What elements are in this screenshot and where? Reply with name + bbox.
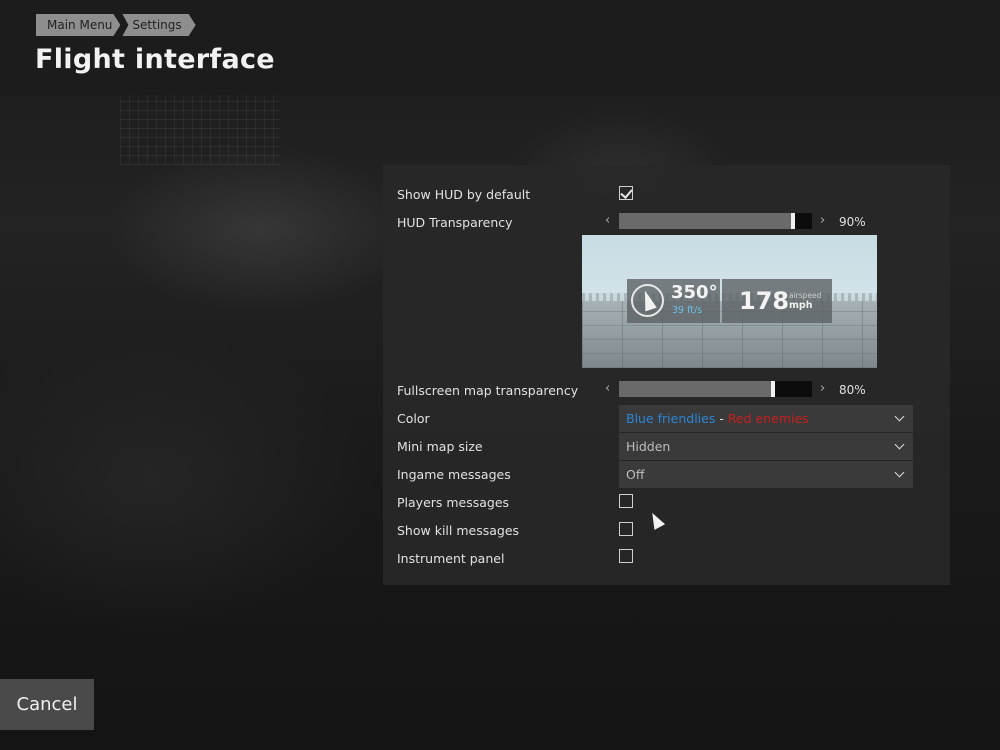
hud-climb-rate: 39 ft/s bbox=[672, 305, 703, 316]
hud-speed-unit: mph bbox=[789, 300, 813, 311]
hud-transparency-slider[interactable] bbox=[619, 213, 812, 229]
breadcrumb-settings[interactable]: Settings bbox=[122, 14, 195, 36]
setting-label-players-messages: Players messages bbox=[397, 494, 510, 510]
settings-panel: Show HUD by default HUD Transparency ‹ ›… bbox=[383, 165, 950, 585]
setting-label-instrument-panel: Instrument panel bbox=[397, 550, 505, 566]
map-transparency-increase-arrow[interactable]: › bbox=[820, 382, 825, 396]
chevron-down-icon bbox=[894, 467, 905, 478]
ingame-messages-dropdown[interactable]: Off bbox=[619, 461, 913, 488]
hud-heading-box: 350° 39 ft/s bbox=[627, 279, 720, 323]
color-separator: - bbox=[715, 411, 728, 426]
setting-label-kill-messages: Show kill messages bbox=[397, 522, 520, 538]
map-transparency-fill bbox=[619, 381, 773, 397]
players-messages-checkbox[interactable] bbox=[619, 494, 633, 508]
hud-heading-value: 350° bbox=[671, 282, 718, 303]
hud-transparency-fill bbox=[619, 213, 793, 229]
color-friendly-text: Blue friendlies bbox=[626, 411, 716, 426]
compass-icon bbox=[631, 284, 664, 317]
map-transparency-thumb[interactable] bbox=[771, 381, 775, 397]
setting-row-color: Color bbox=[397, 404, 430, 432]
color-dropdown[interactable]: Blue friendlies - Red enemies bbox=[619, 405, 913, 432]
minimap-size-value: Hidden bbox=[626, 439, 671, 454]
instrument-panel-checkbox[interactable] bbox=[619, 549, 633, 563]
setting-label-show-hud: Show HUD by default bbox=[397, 186, 531, 202]
setting-label-hud-transparency: HUD Transparency bbox=[397, 214, 513, 230]
map-transparency-slider[interactable] bbox=[619, 381, 812, 397]
chevron-down-icon bbox=[894, 439, 905, 450]
setting-label-minimap: Mini map size bbox=[397, 438, 483, 454]
setting-label-map-transparency: Fullscreen map transparency bbox=[397, 382, 579, 398]
chevron-down-icon bbox=[894, 411, 905, 422]
hud-transparency-thumb[interactable] bbox=[791, 213, 795, 229]
header-bar: Main Menu Settings Flight interface bbox=[0, 0, 1000, 95]
hud-preview-image: 350° 39 ft/s 178 airspeed mph bbox=[582, 235, 877, 368]
show-hud-checkbox[interactable] bbox=[619, 186, 633, 200]
hud-speed-label: airspeed bbox=[789, 291, 822, 300]
breadcrumb-main-menu[interactable]: Main Menu bbox=[36, 14, 120, 36]
setting-row-map-transparency: Fullscreen map transparency bbox=[397, 376, 578, 404]
setting-row-instrument-panel: Instrument panel bbox=[397, 544, 504, 572]
ingame-messages-value: Off bbox=[626, 467, 645, 482]
hud-transparency-decrease-arrow[interactable]: ‹ bbox=[605, 214, 610, 228]
setting-row-players-messages: Players messages bbox=[397, 488, 509, 516]
hud-transparency-increase-arrow[interactable]: › bbox=[820, 214, 825, 228]
hud-speed-value: 178 bbox=[739, 287, 790, 315]
setting-row-minimap: Mini map size bbox=[397, 432, 483, 460]
minimap-size-dropdown[interactable]: Hidden bbox=[619, 433, 913, 460]
setting-row-kill-messages: Show kill messages bbox=[397, 516, 519, 544]
map-transparency-decrease-arrow[interactable]: ‹ bbox=[605, 382, 610, 396]
breadcrumb: Main Menu Settings bbox=[36, 14, 198, 36]
page-title: Flight interface bbox=[35, 44, 275, 75]
hud-transparency-value: 90% bbox=[839, 215, 866, 229]
map-transparency-value: 80% bbox=[839, 383, 866, 397]
setting-row-ingame-messages: Ingame messages bbox=[397, 460, 511, 488]
setting-row-show-hud: Show HUD by default bbox=[397, 180, 530, 208]
kill-messages-checkbox[interactable] bbox=[619, 522, 633, 536]
hud-speed-box: 178 airspeed mph bbox=[722, 279, 832, 323]
cancel-button[interactable]: Cancel bbox=[0, 679, 94, 730]
background-hangar-window bbox=[120, 95, 280, 165]
setting-label-ingame-messages: Ingame messages bbox=[397, 466, 511, 482]
color-enemy-text: Red enemies bbox=[727, 411, 809, 426]
setting-label-color: Color bbox=[397, 410, 430, 426]
setting-row-hud-transparency: HUD Transparency bbox=[397, 208, 513, 236]
